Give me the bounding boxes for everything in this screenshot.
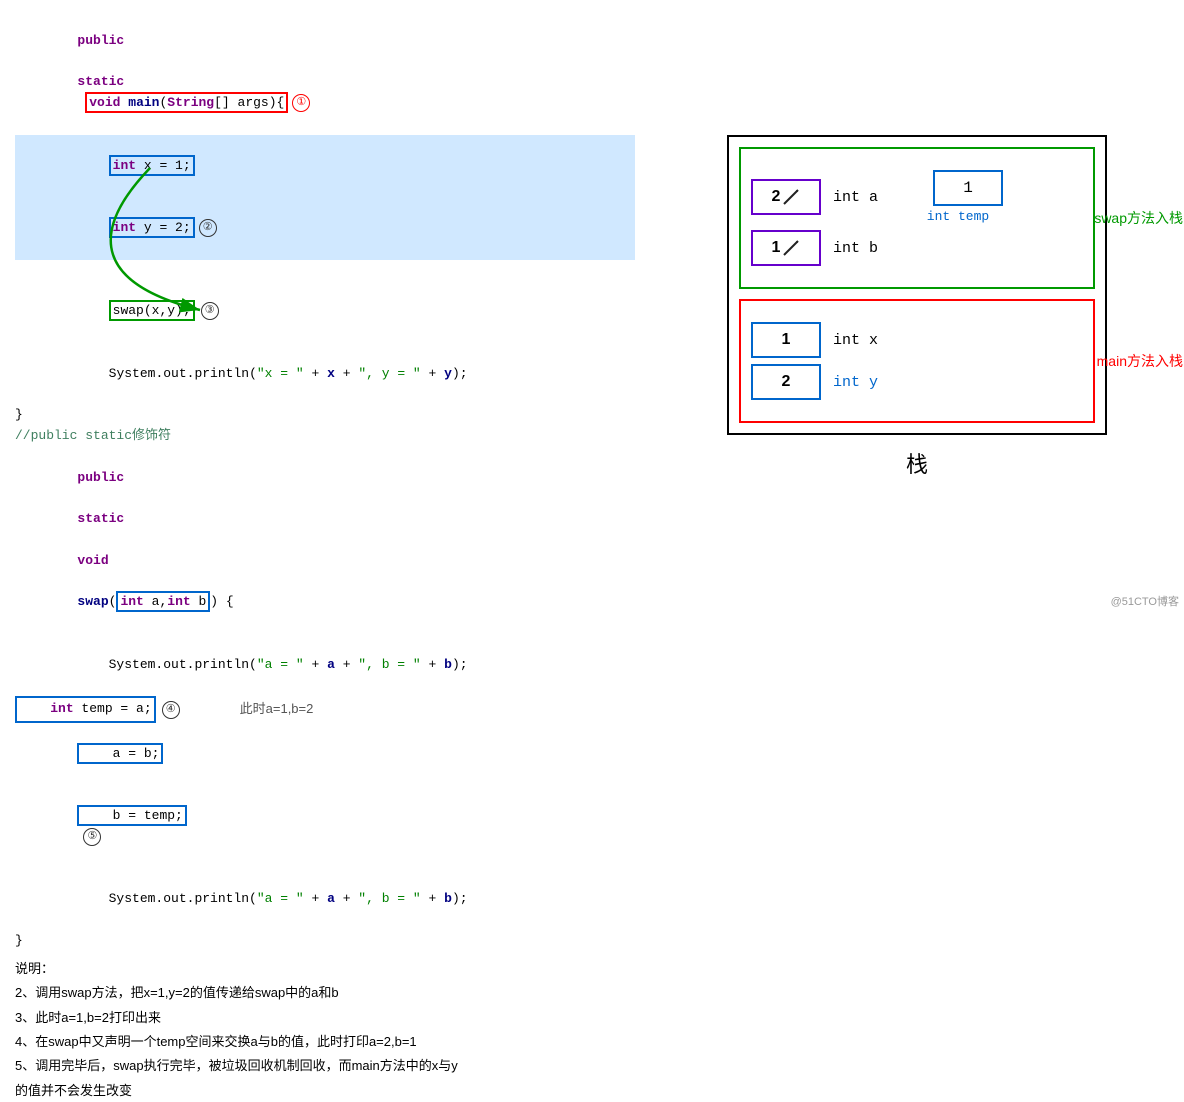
swap-call-highlight: swap(x,y); <box>109 300 195 321</box>
desc-item-4: 5、调用完毕后，swap执行完毕，被垃圾回收机制回收，而main方法中的x与y <box>15 1054 635 1077</box>
indent <box>77 303 108 318</box>
desc-item-5: 的值并不会发生改变 <box>15 1079 635 1102</box>
a-eq-b-highlight: a = b; <box>77 743 163 764</box>
temp-area: 1 int temp <box>913 170 1003 224</box>
swap-method-name: swap <box>77 594 108 609</box>
code-line-blank <box>15 260 635 281</box>
code-line-5: System.out.println("x = " + x + ", y = "… <box>15 343 635 405</box>
main-signature-highlight: void main(String[] args){ <box>85 92 288 113</box>
indent <box>77 158 108 173</box>
var-y-value: 2 <box>782 373 791 391</box>
var-a-label: int a <box>833 189 893 206</box>
temp-label: int temp <box>927 209 989 224</box>
indent <box>77 366 108 381</box>
swap-params-highlight: int a,int b <box>116 591 210 612</box>
desc-title: 说明： <box>15 957 635 980</box>
stack-title: 栈 <box>906 447 928 479</box>
watermark: @51CTO博客 <box>1111 593 1179 609</box>
code-line-13: System.out.println("a = " + a + ", b = "… <box>15 869 635 931</box>
kw-public2: public <box>77 470 124 485</box>
int-y-highlight: int y = 2; <box>109 217 195 238</box>
main-stack: 1 int x 2 int y main方法入栈 <box>739 299 1095 423</box>
strike-arrow-b-icon <box>782 239 800 257</box>
swap-row-b: 1 int b <box>751 230 1083 266</box>
code-line-10: int temp = a; ④ 此时a=1,b=2 <box>15 696 635 723</box>
code-line-4: swap(x,y); ③ <box>15 280 635 342</box>
string-brackets: String <box>167 95 214 110</box>
right-panel: 2 int a 1 int temp <box>650 0 1184 614</box>
kw-int-b: int <box>167 594 190 609</box>
main-row-x: 1 int x <box>751 322 1083 358</box>
var-b-label: int b <box>833 240 893 257</box>
strike-arrow-icon <box>782 188 800 206</box>
code-line-2: int x = 1; <box>15 135 635 197</box>
code-line-12: b = temp; ⑤ <box>15 785 635 868</box>
desc-item-3: 4、在swap中又声明一个temp空间来交换a与b的值，此时打印a=2,b=1 <box>15 1030 635 1053</box>
indent <box>77 220 108 235</box>
description-area: 说明： 2、调用swap方法，把x=1,y=2的值传递给swap中的a和b 3、… <box>15 957 635 1102</box>
int-temp-highlight: int temp = a; <box>15 696 156 723</box>
code-line-7: //public static修饰符 <box>15 426 635 447</box>
main-container: public static void main(String[] args){①… <box>0 0 1184 614</box>
swap-row-a: 2 int a 1 int temp <box>751 170 1083 224</box>
code-line-1: public static void main(String[] args){① <box>15 10 635 135</box>
desc-item-2: 3、此时a=1,b=2打印出来 <box>15 1006 635 1029</box>
desc-item-1: 2、调用swap方法，把x=1,y=2的值传递给swap中的a和b <box>15 981 635 1004</box>
var-x-value: 1 <box>782 331 791 349</box>
keyword-int: int <box>113 158 136 173</box>
keyword-void: void <box>89 95 120 110</box>
circle-1: ① <box>292 94 310 112</box>
var-x-label: int x <box>833 332 893 349</box>
println1: System.out.println("x = " + x + ", y = "… <box>109 366 468 381</box>
temp-value-box: 1 <box>933 170 1003 206</box>
note-text: 此时a=1,b=2 <box>240 699 314 720</box>
stack-outer: 2 int a 1 int temp <box>727 135 1107 435</box>
keyword-int2: int <box>113 220 136 235</box>
space <box>77 54 85 69</box>
main-stack-label: main方法入栈 <box>1097 351 1183 371</box>
int-x-highlight: int x = 1; <box>109 155 195 176</box>
b-eq-temp-highlight: b = temp; <box>77 805 186 826</box>
swap-stack-label: swap方法入栈 <box>1094 208 1183 228</box>
var-y-box: 2 <box>751 364 821 400</box>
kw-void2: void <box>77 553 108 568</box>
keyword-public: public <box>77 33 124 48</box>
kw-int-a: int <box>120 594 143 609</box>
code-line-9: System.out.println("a = " + a + ", b = "… <box>15 634 635 696</box>
main-row-y: 2 int y <box>751 364 1083 400</box>
code-line-14: } <box>15 931 635 952</box>
left-panel: public static void main(String[] args){①… <box>0 0 650 614</box>
var-a-box: 2 <box>751 179 821 215</box>
var-b-value: 1 <box>772 239 781 257</box>
circle-5: ⑤ <box>83 828 101 846</box>
var-a-value: 2 <box>772 188 781 206</box>
code-area: public static void main(String[] args){①… <box>15 10 635 952</box>
var-x-box: 1 <box>751 322 821 358</box>
var-b-box: 1 <box>751 230 821 266</box>
keyword-static: static <box>77 74 124 89</box>
code-line-11: a = b; <box>15 723 635 785</box>
code-line-3: int y = 2;② <box>15 197 635 259</box>
circle-3: ③ <box>201 302 219 320</box>
swap-stack: 2 int a 1 int temp <box>739 147 1095 289</box>
circle-2: ② <box>199 219 217 237</box>
kw-int-temp: int <box>50 701 73 716</box>
var-y-label: int y <box>833 374 893 391</box>
circle-4: ④ <box>162 701 180 719</box>
method-name: main <box>128 95 159 110</box>
temp-value: 1 <box>963 179 973 197</box>
kw-static2: static <box>77 511 124 526</box>
code-line-8: public static void swap(int a,int b) { <box>15 447 635 634</box>
code-line-6: } <box>15 405 635 426</box>
